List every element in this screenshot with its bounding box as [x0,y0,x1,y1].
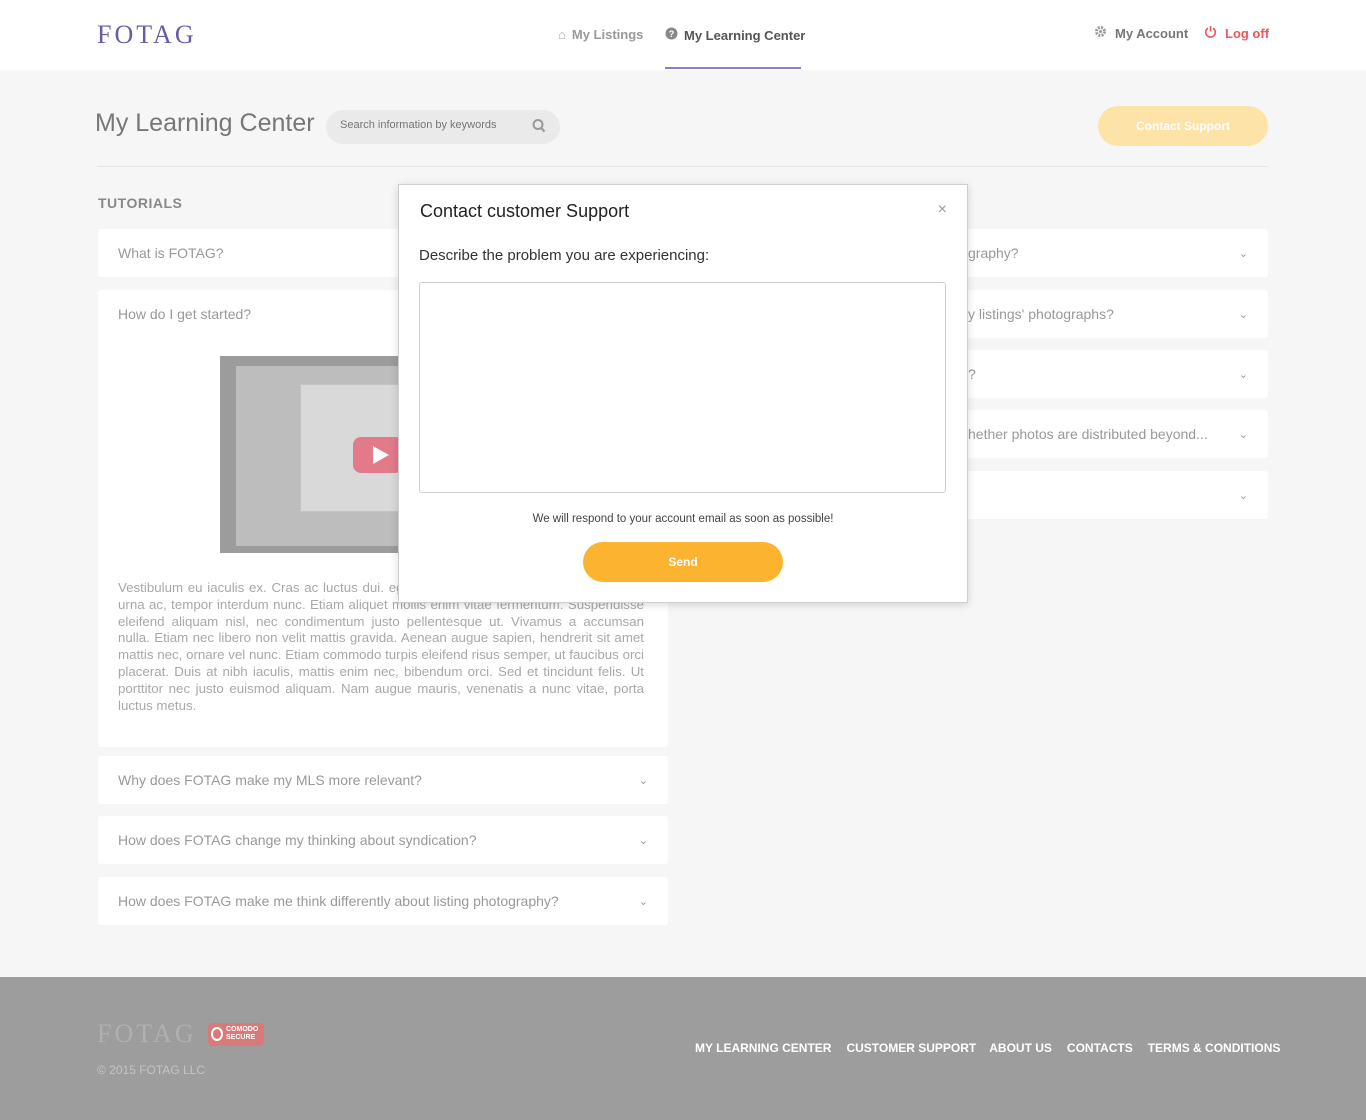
problem-textarea[interactable] [419,282,946,493]
send-button[interactable]: Send [583,542,783,582]
modal-title: Contact customer Support [420,201,630,221]
contact-support-modal: Contact customer Support × Describe the … [398,184,968,603]
close-icon[interactable]: × [938,201,947,219]
response-note: We will respond to your account email as… [532,513,834,525]
problem-label: Describe the problem you are experiencin… [419,247,710,264]
